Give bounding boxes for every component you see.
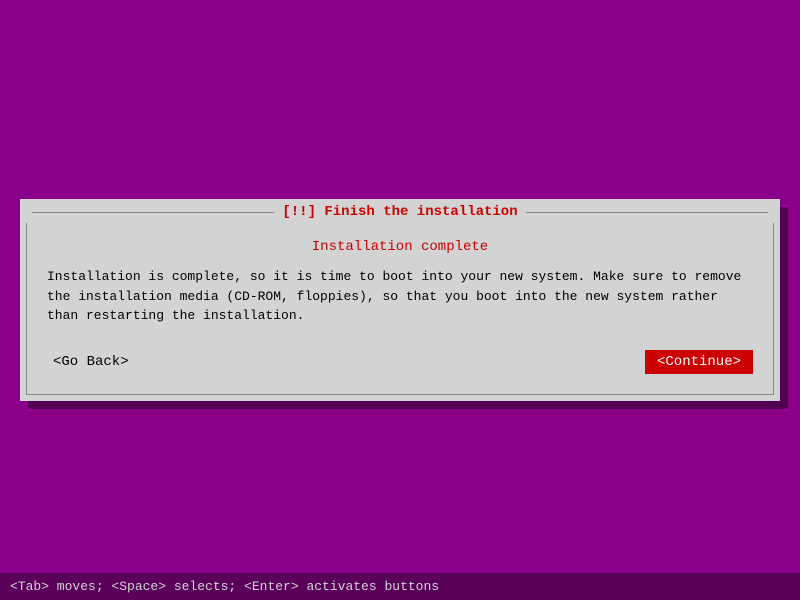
dialog-title-bar: [!!] Finish the installation	[22, 201, 778, 223]
dialog-body: Installation complete Installation is co…	[26, 223, 774, 395]
dialog-container: [!!] Finish the installation Installatio…	[20, 199, 780, 401]
title-line-left	[32, 212, 274, 213]
button-row: <Go Back> <Continue>	[47, 346, 753, 378]
installation-body-text: Installation is complete, so it is time …	[47, 267, 753, 326]
dialog-title: [!!] Finish the installation	[274, 204, 525, 220]
title-line-right	[526, 212, 768, 213]
installation-complete-heading: Installation complete	[47, 239, 753, 255]
continue-button[interactable]: <Continue>	[645, 350, 753, 374]
bottom-help-bar: <Tab> moves; <Space> selects; <Enter> ac…	[0, 573, 800, 600]
dialog-wrapper: [!!] Finish the installation Installatio…	[20, 199, 780, 401]
go-back-button[interactable]: <Go Back>	[47, 352, 135, 372]
keyboard-help-text: <Tab> moves; <Space> selects; <Enter> ac…	[10, 579, 439, 594]
